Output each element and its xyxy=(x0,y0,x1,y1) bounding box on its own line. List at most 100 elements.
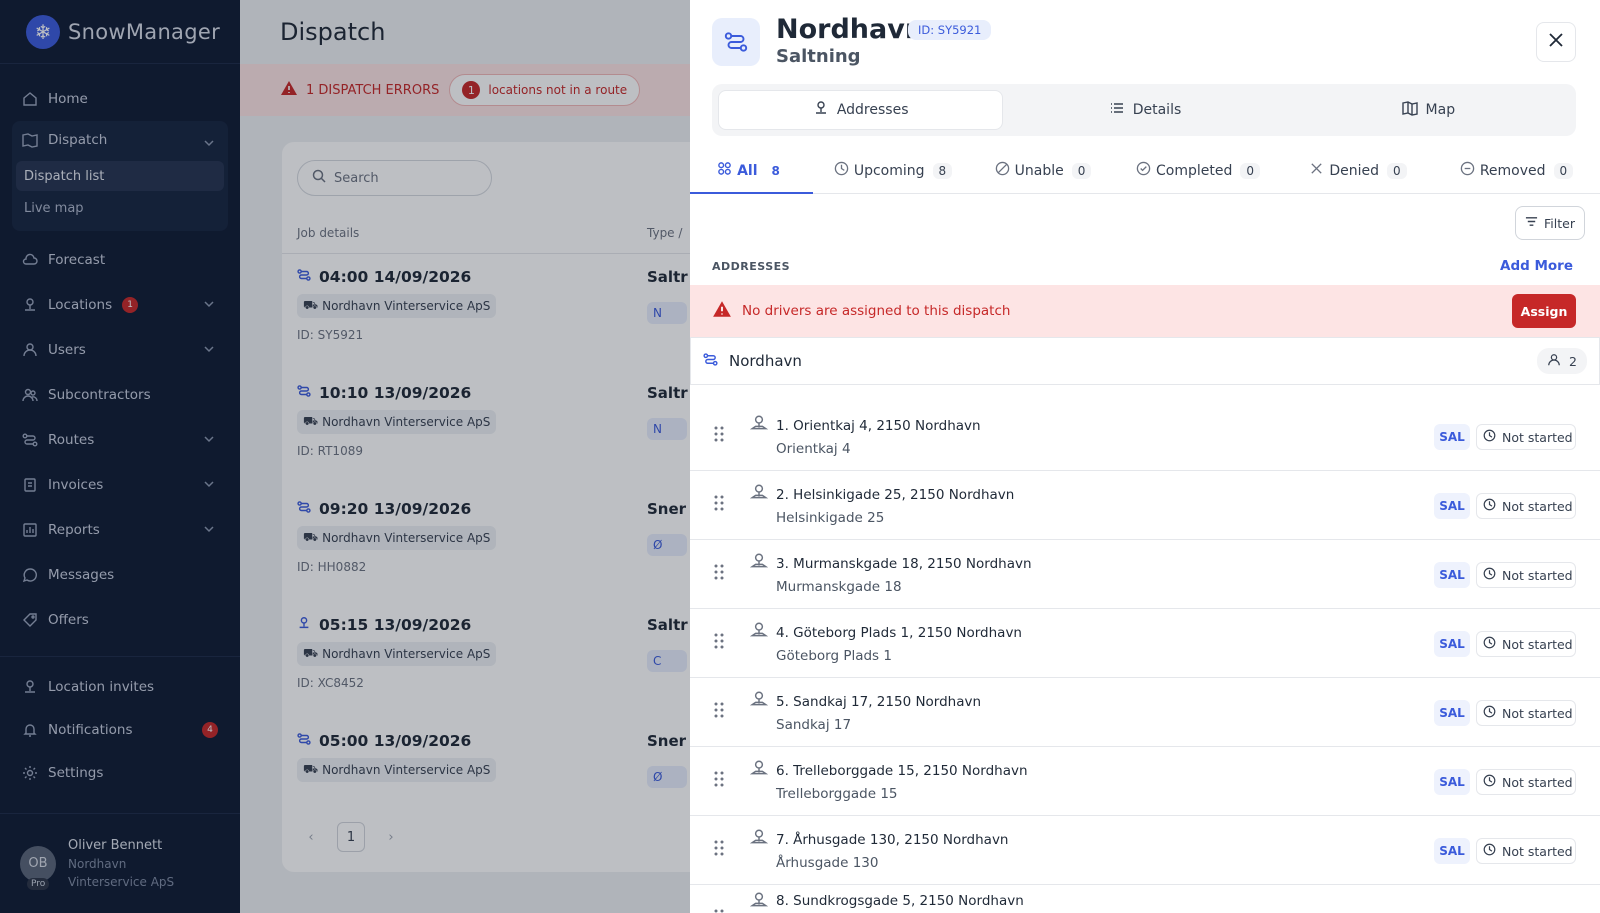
drag-handle-icon[interactable] xyxy=(714,633,724,653)
service-tag: SAL xyxy=(1434,700,1470,726)
drag-handle-icon[interactable] xyxy=(714,702,724,722)
location-icon xyxy=(749,621,769,643)
address-title: 1. Orientkaj 4, 2150 Nordhavn xyxy=(776,418,981,434)
minus-circle-icon xyxy=(1460,161,1475,180)
clock-icon xyxy=(1483,636,1497,652)
x-icon xyxy=(1309,161,1324,180)
status-badge: Not started xyxy=(1476,700,1576,726)
panel-subtitle: Saltning xyxy=(776,46,861,67)
status-tabs: All 8 Upcoming 8 Unable 0 Completed 0 Denied… xyxy=(690,148,1600,194)
drag-handle-icon[interactable] xyxy=(714,495,724,515)
assign-button[interactable]: Assign xyxy=(1512,294,1576,328)
panel-title: Nordhavn xyxy=(776,14,925,45)
address-title: 3. Murmanskgade 18, 2150 Nordhavn xyxy=(776,556,1032,572)
address-title: 6. Trelleborggade 15, 2150 Nordhavn xyxy=(776,763,1028,779)
service-tag: SAL xyxy=(1434,493,1470,519)
clock-icon xyxy=(1483,843,1497,859)
status-label: Not started xyxy=(1502,774,1573,790)
route-group-header[interactable]: Nordhavn 2 xyxy=(690,337,1600,385)
filter-button[interactable]: Filter xyxy=(1515,206,1585,240)
no-drivers-alert: No drivers are assigned to this dispatch… xyxy=(690,285,1600,337)
service-tag: SAL xyxy=(1434,424,1470,450)
list-item[interactable]: 7. Århusgade 130, 2150 Nordhavn Århusgad… xyxy=(690,816,1600,885)
list-icon xyxy=(1109,100,1125,120)
tab-label: All xyxy=(737,162,758,179)
drag-handle-icon[interactable] xyxy=(714,840,724,860)
dispatch-detail-panel: Nordhavn ID: SY5921 Saltning Addresses D… xyxy=(690,0,1600,913)
clock-icon xyxy=(1483,567,1497,583)
tab-count: 8 xyxy=(771,163,780,178)
modal-backdrop[interactable] xyxy=(0,0,690,913)
assigned-people-badge[interactable]: 2 xyxy=(1537,348,1587,374)
address-subtitle: Göteborg Plads 1 xyxy=(776,648,892,664)
route-icon xyxy=(703,352,719,371)
address-title: 7. Århusgade 130, 2150 Nordhavn xyxy=(776,832,1009,848)
status-badge: Not started xyxy=(1476,838,1576,864)
tab-unable[interactable]: Unable 0 xyxy=(973,148,1113,193)
tab-completed[interactable]: Completed 0 xyxy=(1113,148,1283,193)
close-button[interactable] xyxy=(1536,22,1576,62)
status-badge: Not started xyxy=(1476,631,1576,657)
service-tag: SAL xyxy=(1434,631,1470,657)
service-tag: SAL xyxy=(1434,562,1470,588)
address-subtitle: Århusgade 130 xyxy=(776,855,879,871)
location-icon xyxy=(749,552,769,574)
location-icon xyxy=(749,483,769,505)
list-item[interactable]: 1. Orientkaj 4, 2150 Nordhavn Orientkaj … xyxy=(690,402,1600,471)
filter-label: Filter xyxy=(1544,215,1575,231)
ban-icon xyxy=(995,161,1010,180)
address-subtitle: Sandkaj 17 xyxy=(776,717,852,733)
user-icon xyxy=(1547,353,1563,370)
clock-icon xyxy=(1483,498,1497,514)
drag-handle-icon[interactable] xyxy=(714,426,724,446)
tab-count: 0 xyxy=(1071,162,1092,179)
location-icon xyxy=(749,828,769,850)
tab-label: Upcoming xyxy=(853,162,925,179)
drag-handle-icon[interactable] xyxy=(714,771,724,791)
clock-icon xyxy=(1483,429,1497,445)
tab-denied[interactable]: Denied 0 xyxy=(1283,148,1433,193)
status-badge: Not started xyxy=(1476,769,1576,795)
check-circle-icon xyxy=(1136,161,1151,180)
tab-addresses[interactable]: Addresses xyxy=(718,90,1004,130)
route-icon xyxy=(712,18,760,66)
service-tag: SAL xyxy=(1434,838,1470,864)
view-segmented-control: Addresses Details Map xyxy=(712,84,1576,136)
tab-upcoming[interactable]: Upcoming 8 xyxy=(813,148,973,193)
segment-label: Details xyxy=(1132,102,1182,118)
status-label: Not started xyxy=(1502,429,1573,445)
tab-removed[interactable]: Removed 0 xyxy=(1433,148,1600,193)
clock-icon xyxy=(1483,705,1497,721)
list-item[interactable]: 6. Trelleborggade 15, 2150 Nordhavn Trel… xyxy=(690,747,1600,816)
tab-all[interactable]: All 8 xyxy=(690,148,813,194)
list-item[interactable]: 3. Murmanskgade 18, 2150 Nordhavn Murman… xyxy=(690,540,1600,609)
drag-handle-icon[interactable] xyxy=(714,564,724,584)
list-item[interactable]: 8. Sundkrogsgade 5, 2150 Nordhavn xyxy=(690,885,1600,913)
clock-icon xyxy=(834,161,849,180)
dispatch-id-badge: ID: SY5921 xyxy=(908,20,992,40)
drag-handle-icon[interactable] xyxy=(714,909,724,913)
address-subtitle: Helsinkigade 25 xyxy=(776,510,885,526)
tab-count: 0 xyxy=(1553,162,1574,179)
service-tag: SAL xyxy=(1434,769,1470,795)
add-more-link[interactable]: Add More xyxy=(1500,258,1573,274)
address-title: 8. Sundkrogsgade 5, 2150 Nordhavn xyxy=(776,893,1024,909)
tab-details[interactable]: Details xyxy=(1003,90,1286,130)
tab-label: Denied xyxy=(1329,162,1379,179)
tab-map[interactable]: Map xyxy=(1287,90,1570,130)
list-item[interactable]: 2. Helsinkigade 25, 2150 Nordhavn Helsin… xyxy=(690,471,1600,540)
tab-count: 0 xyxy=(1387,162,1407,179)
segment-label: Addresses xyxy=(836,102,909,118)
status-badge: Not started xyxy=(1476,493,1576,519)
tab-label: Completed xyxy=(1156,162,1233,179)
list-item[interactable]: 5. Sandkaj 17, 2150 Nordhavn Sandkaj 17 … xyxy=(690,678,1600,747)
location-icon xyxy=(813,100,829,120)
status-badge: Not started xyxy=(1476,562,1576,588)
address-subtitle: Murmanskgade 18 xyxy=(776,579,902,595)
list-item[interactable]: 4. Göteborg Plads 1, 2150 Nordhavn Göteb… xyxy=(690,609,1600,678)
tab-count: 8 xyxy=(932,162,953,179)
status-label: Not started xyxy=(1502,567,1573,583)
map-icon xyxy=(1401,100,1418,120)
address-title: 2. Helsinkigade 25, 2150 Nordhavn xyxy=(776,487,1015,503)
address-subtitle: Orientkaj 4 xyxy=(776,441,851,457)
